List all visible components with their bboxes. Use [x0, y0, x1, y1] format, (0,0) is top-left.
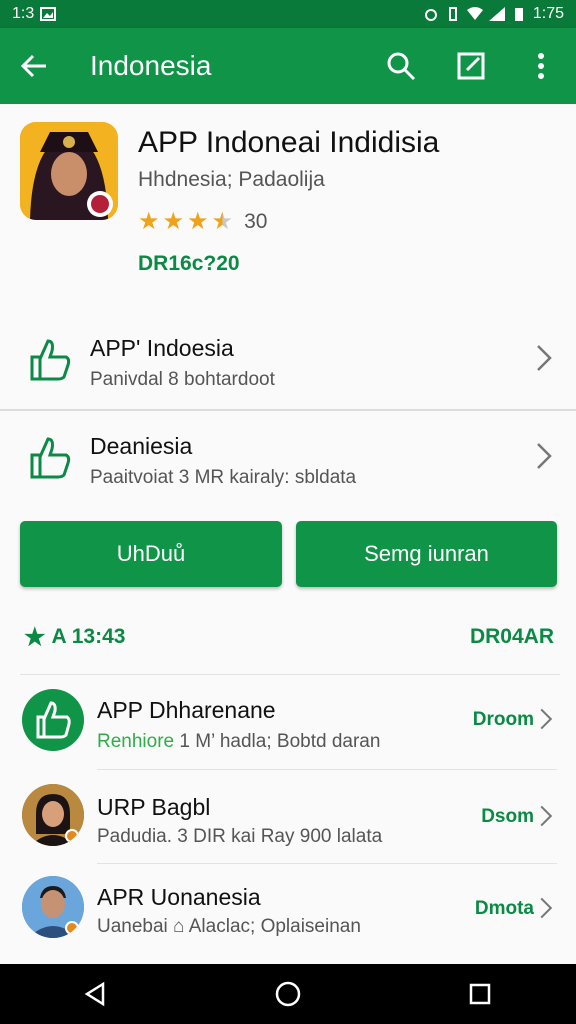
status-clock: 1:75	[532, 5, 564, 22]
list-item-action[interactable]: Droom	[473, 709, 534, 731]
edit-icon	[457, 52, 485, 80]
info-row[interactable]: APP' Indoesia Panivdal 8 bohtardoot	[0, 309, 576, 409]
app-price: DR16c?20	[138, 252, 240, 275]
search-button[interactable]	[366, 28, 436, 104]
app-developer: Hhdnesia; Padaolija	[138, 168, 325, 191]
section-right-label[interactable]: DR04AR	[470, 625, 554, 649]
list-item-subtitle: Renhiore 1 M’ hadla; Bobtd daran	[97, 731, 381, 752]
row-title: Deaniesia	[90, 433, 193, 459]
status-bar: 1:3 1:75	[0, 0, 576, 28]
arrow-back-icon	[20, 54, 46, 78]
edit-button[interactable]	[436, 28, 506, 104]
more-vert-icon	[538, 53, 544, 79]
chevron-right-icon	[540, 805, 553, 827]
list-item[interactable]: APR Uonanesia Uanebai ⌂ Alaclac; Oplaise…	[0, 864, 576, 960]
app-rating: ★ ★ ★ ★ 30	[138, 210, 267, 234]
thumbs-up-icon	[24, 333, 76, 385]
alarm-icon	[424, 9, 437, 21]
list-item-subtitle: Uanebai ⌂ Alaclac; Oplaiseinan	[97, 916, 361, 937]
star-icon: ★	[187, 208, 209, 235]
star-icon: ★	[138, 208, 160, 235]
signal-icon	[488, 7, 505, 21]
avatar	[22, 784, 84, 846]
back-button[interactable]	[0, 28, 68, 104]
person-avatar-icon	[22, 876, 84, 938]
image-notification-icon	[40, 7, 57, 21]
battery-icon	[514, 8, 523, 21]
square-recents-icon	[469, 983, 491, 1005]
section-header: ★ A 13:43 DR04AR	[24, 620, 554, 654]
list-item-action[interactable]: Dsom	[481, 806, 534, 828]
navigation-bar	[0, 964, 576, 1024]
app-header: APP Indoneai Indidisia Hhdnesia; Padaoli…	[0, 104, 576, 309]
nav-back-button[interactable]	[66, 964, 126, 1024]
list-item-title: APR Uonanesia	[97, 884, 261, 910]
triangle-back-icon	[84, 981, 105, 1007]
list-item-subtitle: Padudia. 3 DIR kai Ray 900 lalata	[97, 826, 383, 847]
chevron-right-icon	[540, 897, 553, 919]
chevron-right-icon	[540, 708, 553, 730]
search-icon	[387, 52, 416, 81]
avatar	[22, 689, 84, 751]
app-bar: Indonesia	[0, 28, 576, 104]
chevron-right-icon	[537, 443, 552, 469]
star-icon: ★	[24, 623, 46, 651]
chevron-right-icon	[537, 345, 552, 371]
list-item[interactable]: URP Bagbl Padudia. 3 DIR kai Ray 900 lal…	[0, 770, 576, 864]
vibrate-icon	[448, 7, 457, 21]
app-icon[interactable]	[20, 122, 118, 220]
status-time: 1:3	[12, 5, 35, 22]
thumbs-up-icon	[24, 431, 76, 483]
thumbs-up-icon	[36, 701, 71, 739]
star-icon: ★	[162, 208, 185, 235]
nav-home-button[interactable]	[258, 964, 318, 1024]
list-item-title: APP Dhharenane	[97, 697, 276, 723]
secondary-button[interactable]: Semg iunran	[296, 521, 557, 587]
app-title: APP Indoneai Indidisia	[138, 126, 440, 159]
row-subtitle: Panivdal 8 bohtardoot	[90, 369, 275, 390]
content-area: APP Indoneai Indidisia Hhdnesia; Padaoli…	[0, 104, 576, 964]
section-left-label: A 13:43	[51, 625, 126, 648]
list-item[interactable]: APP Dhharenane Renhiore 1 M’ hadla; Bobt…	[0, 675, 576, 771]
primary-button[interactable]: UhDuů	[20, 521, 282, 587]
wifi-icon	[466, 7, 483, 20]
row-title: APP' Indoesia	[90, 335, 234, 361]
star-half-icon: ★	[211, 208, 234, 235]
list-item-action[interactable]: Dmota	[475, 898, 534, 920]
row-subtitle: Paaitvoiat 3 MR kairaly: sbldata	[90, 467, 357, 488]
nav-recents-button[interactable]	[450, 964, 510, 1024]
app-bar-title: Indonesia	[90, 50, 212, 81]
info-row[interactable]: Deaniesia Paaitvoiat 3 MR kairaly: sblda…	[0, 411, 576, 501]
circle-home-icon	[275, 981, 301, 1007]
app-portrait-icon	[20, 122, 118, 220]
person-avatar-icon	[22, 784, 84, 846]
rating-count: 30	[244, 210, 268, 233]
more-options-button[interactable]	[506, 28, 576, 104]
avatar	[22, 876, 84, 938]
list-item-title: URP Bagbl	[97, 794, 211, 820]
